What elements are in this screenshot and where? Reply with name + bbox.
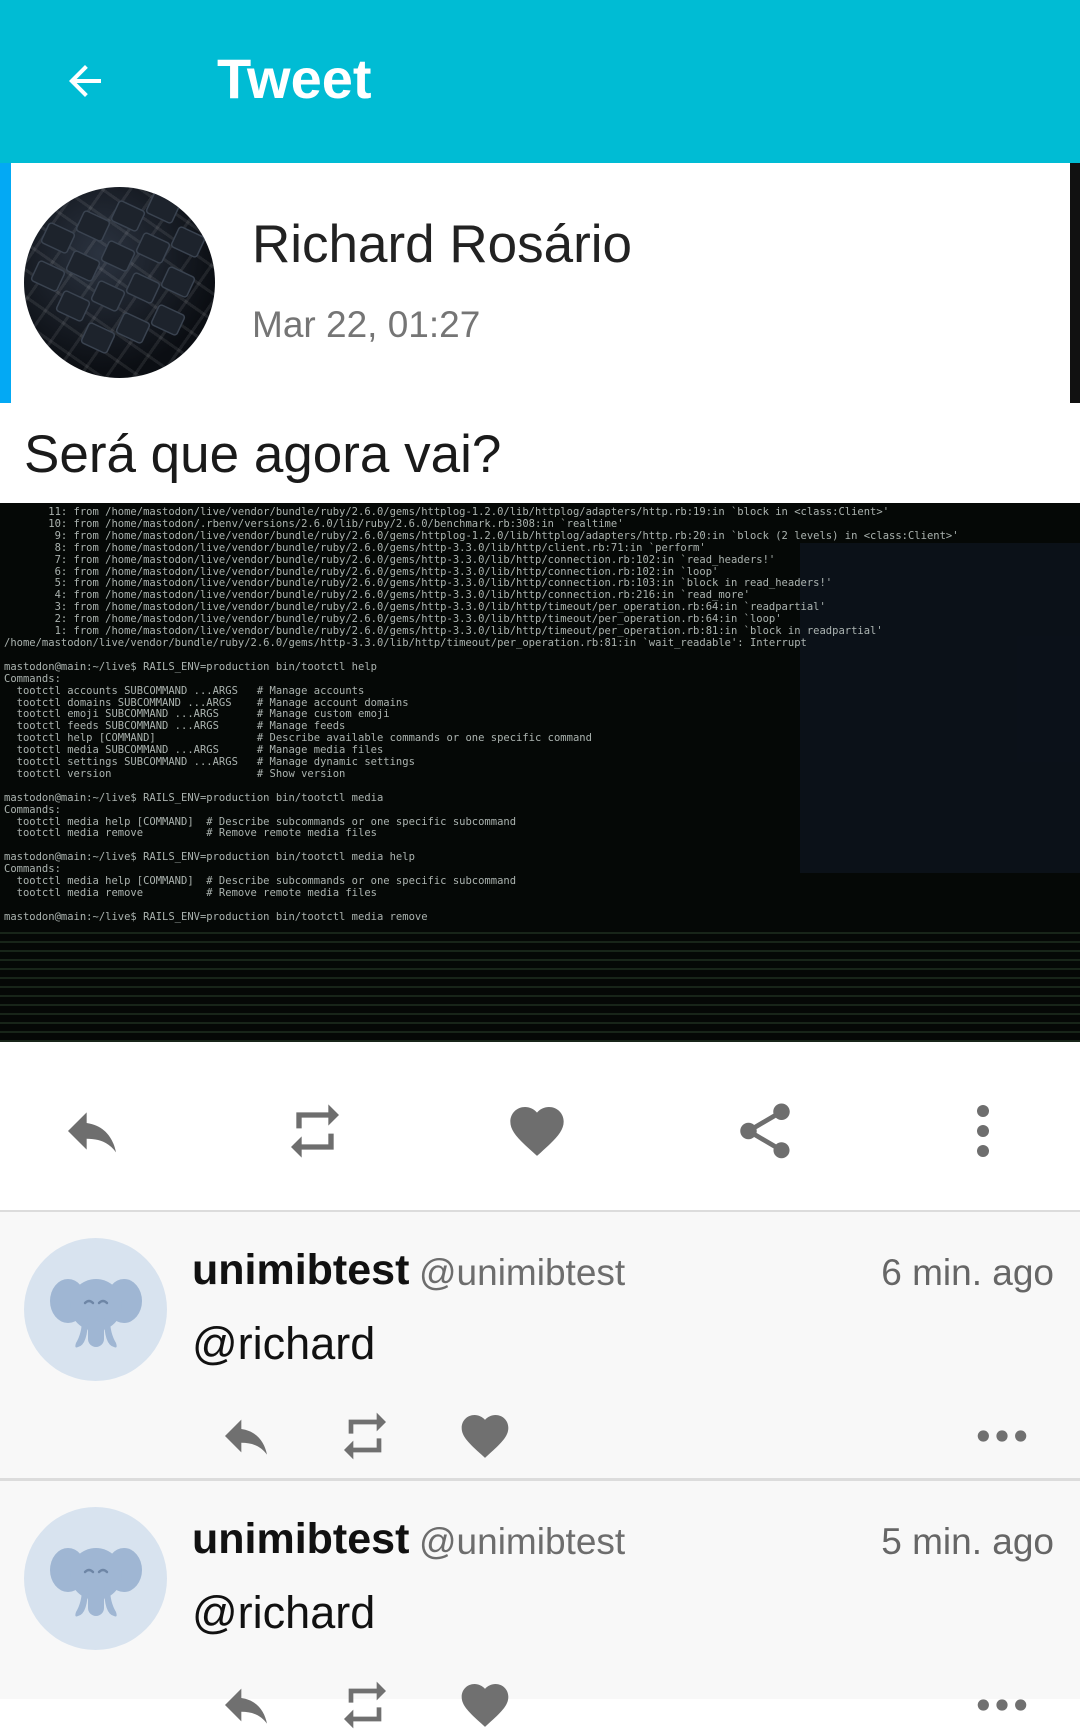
- reply-icon: [225, 1419, 267, 1455]
- boost-icon: [291, 1104, 339, 1158]
- status-action-bar: [0, 1042, 1080, 1210]
- status-header[interactable]: Richard Rosário Mar 22, 01:27: [0, 163, 1070, 403]
- terminal-line: 7: from /home/mastodon/live/vendor/bundl…: [4, 553, 776, 566]
- elephant-icon: [49, 1547, 142, 1616]
- favourite-button[interactable]: [449, 1677, 521, 1733]
- post-timestamp: Mar 22, 01:27: [252, 304, 481, 345]
- boost-icon: [344, 1681, 386, 1729]
- reply-text: @richard: [192, 1587, 376, 1638]
- terminal-line: tootctl media remove # Remove remote med…: [4, 827, 377, 840]
- boost-button[interactable]: [329, 1677, 401, 1733]
- display-name[interactable]: unimibtest: [192, 1245, 409, 1295]
- page-title: Tweet: [217, 47, 372, 110]
- avatar[interactable]: [24, 1507, 167, 1650]
- terminal-line: tootctl media remove # Remove remote med…: [4, 887, 377, 899]
- keyboard-photo: [30, 192, 206, 354]
- favourite-button[interactable]: [449, 1408, 521, 1464]
- terminal-line: mastodon@main:~/live$ RAILS_ENV=producti…: [4, 910, 428, 923]
- more-options-button[interactable]: [966, 1677, 1038, 1733]
- more-horizontal-icon: [977, 1430, 1027, 1442]
- terminal-screenshot: 11: from /home/mastodon/live/vendor/bund…: [4, 506, 1004, 924]
- edge-strip: [1070, 163, 1080, 403]
- status-text: Será que agora vai?: [24, 425, 502, 484]
- share-button[interactable]: [725, 1096, 805, 1166]
- more-options-button[interactable]: [966, 1408, 1038, 1464]
- reply-item[interactable]: unimibtest @unimibtest 6 min. ago @richa…: [0, 1212, 1080, 1478]
- screen-pattern: [0, 927, 1080, 1042]
- app-bar: Tweet: [0, 0, 1080, 163]
- more-horizontal-icon: [977, 1699, 1027, 1711]
- terminal-line: mastodon@main:~/live$ RAILS_ENV=producti…: [4, 791, 384, 804]
- display-name[interactable]: unimibtest: [192, 1514, 409, 1564]
- avatar[interactable]: [24, 1238, 167, 1381]
- more-options-button[interactable]: [943, 1096, 1023, 1166]
- terminal-line: mastodon@main:~/live$ RAILS_ENV=producti…: [4, 851, 415, 864]
- terminal-line: 9: from /home/mastodon/live/vendor/bundl…: [4, 529, 959, 542]
- terminal-line: 8: from /home/mastodon/live/vendor/bundl…: [4, 541, 706, 554]
- reply-item[interactable]: unimibtest @unimibtest 5 min. ago @richa…: [0, 1481, 1080, 1729]
- user-handle[interactable]: @unimibtest: [419, 1248, 625, 1298]
- boost-button[interactable]: [329, 1408, 401, 1464]
- terminal-line: Commands:: [4, 803, 61, 816]
- more-vertical-icon: [977, 1105, 989, 1157]
- user-handle[interactable]: @unimibtest: [419, 1517, 625, 1567]
- favourite-button[interactable]: [497, 1096, 577, 1166]
- favourite-icon: [461, 1415, 509, 1458]
- share-icon: [740, 1103, 790, 1159]
- terminal-line: tootctl version # Show version: [4, 767, 346, 780]
- favourite-icon: [461, 1684, 509, 1727]
- terminal-line: /home/mastodon/live/vendor/bundle/ruby/2…: [4, 636, 807, 649]
- terminal-line: Commands:: [4, 672, 61, 685]
- terminal-line: mastodon@main:~/live$ RAILS_ENV=producti…: [4, 660, 377, 673]
- media-attachment[interactable]: 11: from /home/mastodon/live/vendor/bund…: [0, 503, 1080, 1042]
- boost-icon: [344, 1412, 386, 1460]
- reply-button[interactable]: [210, 1408, 282, 1464]
- reply-icon: [68, 1112, 116, 1153]
- favourite-icon: [510, 1107, 564, 1156]
- avatar[interactable]: [24, 187, 215, 378]
- reply-text: @richard: [192, 1318, 376, 1369]
- elephant-icon: [49, 1278, 142, 1347]
- arrow-left-icon: [69, 65, 101, 97]
- relative-timestamp: 6 min. ago: [881, 1252, 1054, 1293]
- author-name[interactable]: Richard Rosário: [252, 215, 632, 275]
- reply-button[interactable]: [210, 1677, 282, 1733]
- boost-button[interactable]: [275, 1096, 355, 1166]
- reply-button[interactable]: [52, 1096, 132, 1166]
- back-button[interactable]: [46, 46, 124, 116]
- reply-icon: [225, 1688, 267, 1724]
- relative-timestamp: 5 min. ago: [881, 1521, 1054, 1562]
- terminal-line: tootctl accounts SUBCOMMAND ...ARGS # Ma…: [4, 684, 365, 697]
